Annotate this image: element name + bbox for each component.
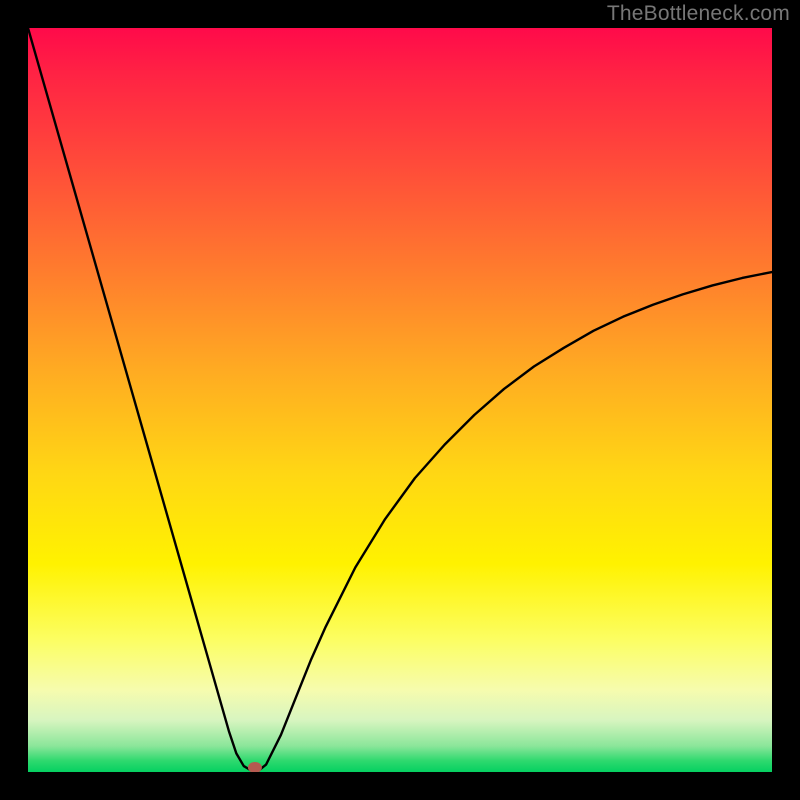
optimal-marker [248,762,262,772]
chart-frame: TheBottleneck.com [0,0,800,800]
chart-svg [28,28,772,772]
bottleneck-curve [28,28,772,771]
plot-area [28,28,772,772]
watermark-text: TheBottleneck.com [607,2,790,26]
